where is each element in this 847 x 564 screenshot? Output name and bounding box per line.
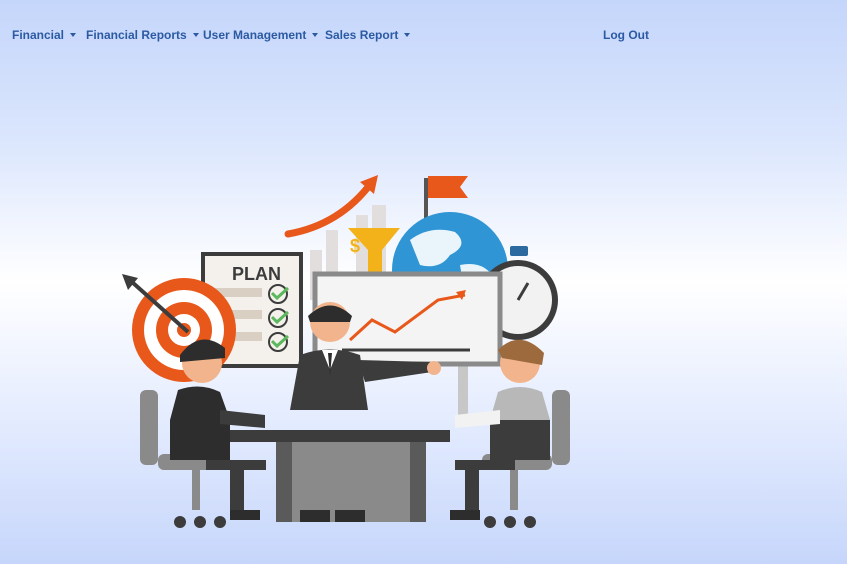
logout-label: Log Out [603, 28, 649, 42]
menu-financial[interactable]: Financial [12, 28, 77, 42]
business-meeting-illustration: $ PLAN [110, 170, 580, 540]
caret-down-icon [192, 33, 199, 37]
logout-link[interactable]: Log Out [603, 28, 649, 42]
menu-sales-report[interactable]: Sales Report [325, 28, 411, 42]
menu-financial-reports-label: Financial Reports [86, 28, 187, 42]
menu-financial-label: Financial [12, 28, 65, 42]
top-navbar: Financial Financial Reports User Managem… [0, 0, 847, 70]
caret-down-icon [312, 33, 319, 37]
svg-text:$: $ [350, 236, 360, 256]
caret-down-icon [404, 33, 411, 37]
menu-sales-report-label: Sales Report [325, 28, 399, 42]
caret-down-icon [70, 33, 77, 37]
meeting-table-icon [230, 430, 450, 522]
plan-label: PLAN [232, 264, 281, 284]
menu-financial-reports[interactable]: Financial Reports [86, 28, 199, 42]
menu-user-management-label: User Management [203, 28, 307, 42]
menu-user-management[interactable]: User Management [203, 28, 319, 42]
